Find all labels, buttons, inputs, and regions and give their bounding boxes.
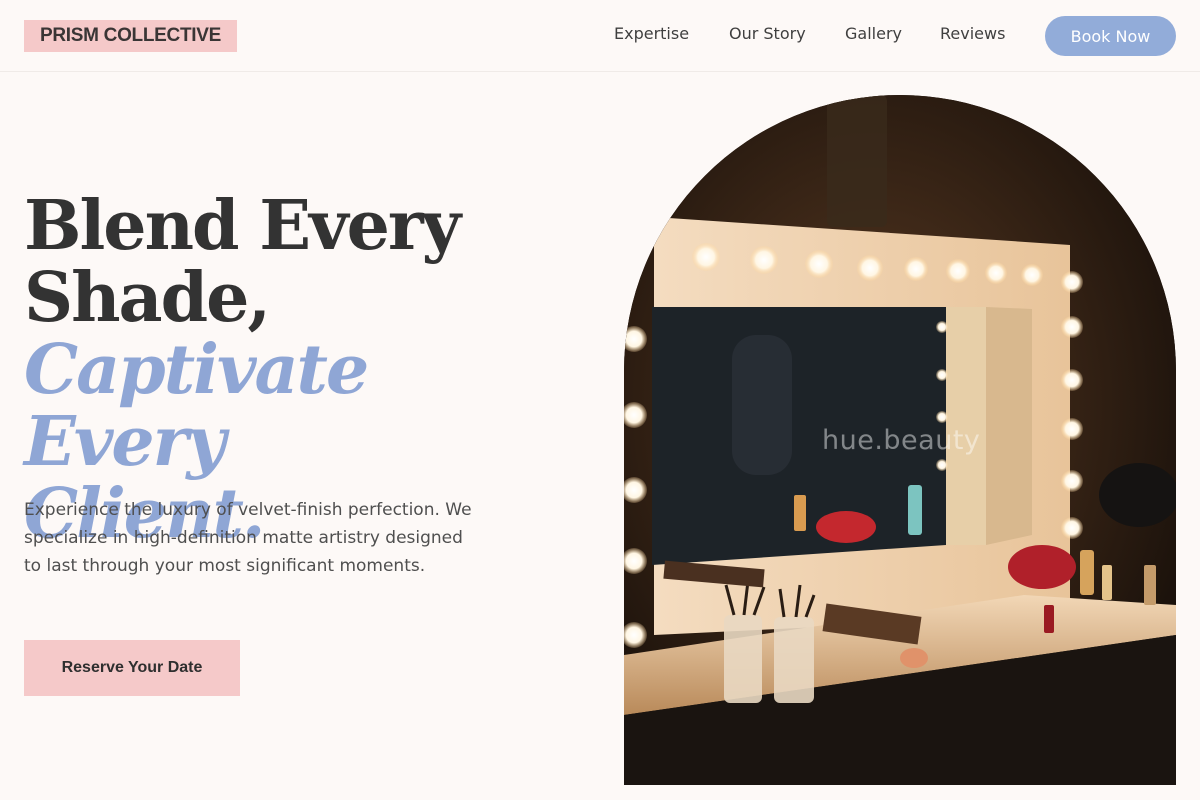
reserve-date-button[interactable]: Reserve Your Date [24,640,240,696]
nav-link-gallery[interactable]: Gallery [845,22,902,46]
hero-intro-text: Experience the luxury of velvet-finish p… [24,500,472,576]
site-header: PRISM COLLECTIVE Expertise Our Story Gal… [0,0,1200,72]
book-now-button[interactable]: Book Now [1045,16,1176,56]
brand-logo[interactable]: PRISM COLLECTIVE [24,20,237,52]
nav-link-expertise[interactable]: Expertise [614,22,689,46]
headline-line-1: Blend Every [24,186,461,266]
image-watermark: hue.beauty [822,425,981,456]
nav-link-reviews[interactable]: Reviews [940,22,1005,46]
headline-accent-line-1: Captivate Every [24,330,369,482]
nav-link-our-story[interactable]: Our Story [729,22,806,46]
headline-line-2: Shade, [24,258,271,338]
hero-image-vanity-mirror: hue.beauty [624,95,1176,785]
